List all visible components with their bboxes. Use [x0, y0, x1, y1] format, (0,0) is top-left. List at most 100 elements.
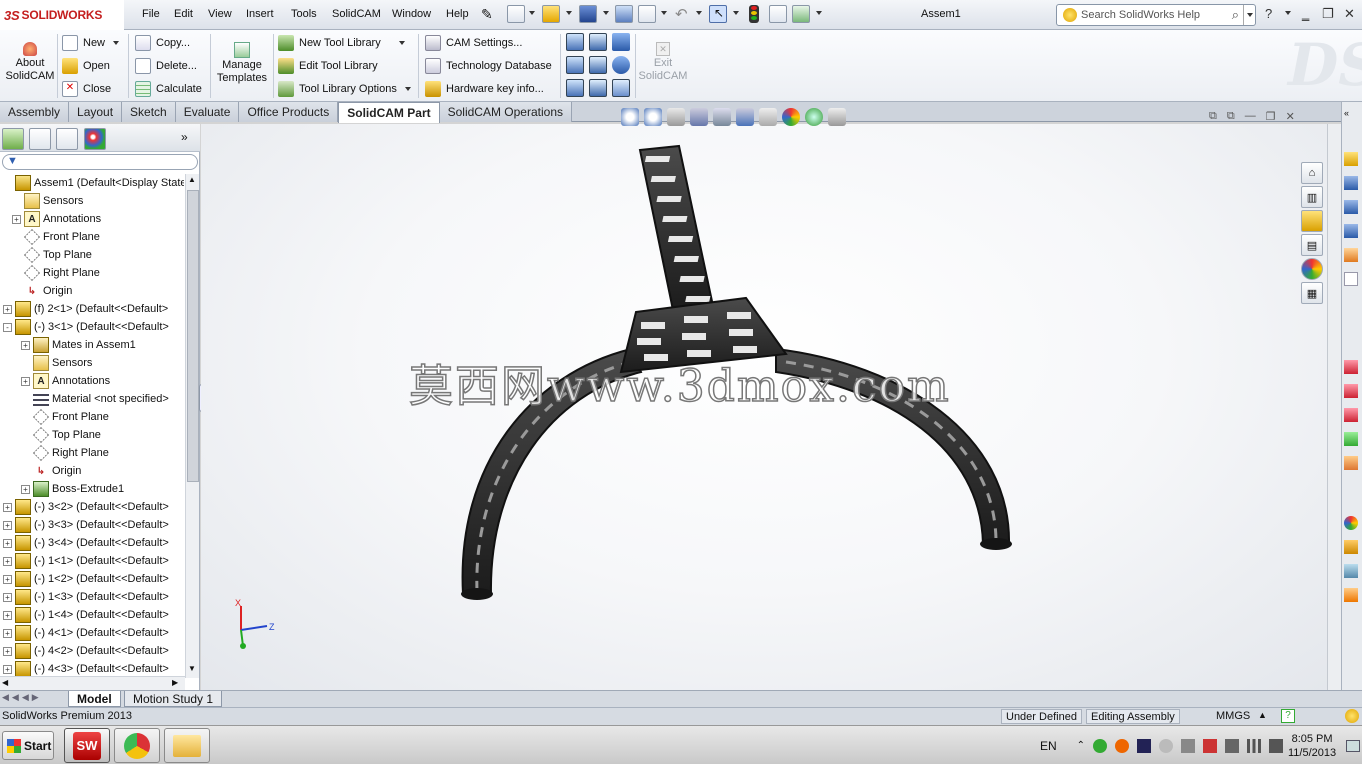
feature-tree-scrollbar[interactable]: ▲ ▼ — [185, 174, 199, 678]
help-dropdown-icon[interactable] — [1285, 11, 1291, 15]
solidworks-logo[interactable]: 3S SOLIDWORKS — [0, 0, 124, 30]
expand-panel-chevron-icon[interactable]: » — [181, 130, 188, 144]
right-panel-run-icon[interactable] — [1344, 456, 1358, 470]
taskbar-chrome-app[interactable] — [114, 728, 160, 763]
right-panel-arrow-icon-2[interactable] — [1344, 200, 1358, 214]
configuration-manager-tab-icon[interactable] — [56, 128, 78, 150]
tree-filter-input[interactable]: ▼ — [2, 154, 198, 170]
open-dropdown-icon[interactable] — [566, 11, 572, 15]
tab-solidcam-part[interactable]: SolidCAM Part — [338, 102, 440, 123]
tree-item[interactable]: + (-) 3<2> (Default<<Default> — [0, 498, 184, 516]
print-preview-icon[interactable] — [615, 5, 633, 23]
restore-window-icon[interactable]: ❐ — [1322, 6, 1334, 22]
new-tool-library-dropdown-icon[interactable] — [398, 41, 405, 45]
antivirus-icon[interactable] — [1115, 738, 1130, 753]
messenger-icon[interactable] — [1159, 738, 1174, 753]
tree-item[interactable]: Front Plane — [0, 408, 184, 426]
tab-sketch[interactable]: Sketch — [122, 102, 176, 122]
tree-item[interactable]: + (-) 1<1> (Default<<Default> — [0, 552, 184, 570]
expand-icon[interactable]: + — [3, 304, 12, 314]
save-dropdown-icon[interactable] — [603, 11, 609, 15]
right-panel-arrow-icon[interactable] — [1344, 176, 1358, 190]
expand-icon[interactable]: + — [12, 214, 21, 224]
graphics-viewport[interactable]: ⧉ ⧉ — ❐ ✕ 莫西网www.3dmox.com X Z — [201, 108, 1327, 690]
scroll-down-icon[interactable]: ▼ — [188, 664, 196, 673]
system-clock[interactable]: 8:05 PM 11/5/2013 — [1288, 732, 1336, 760]
tree-item[interactable]: + Boss-Extrude1 — [0, 480, 184, 498]
tree-item[interactable]: + (-) 4<2> (Default<<Default> — [0, 642, 184, 660]
help-search-box[interactable]: Search SolidWorks Help ⌕ — [1056, 4, 1256, 26]
expand-icon[interactable]: + — [21, 484, 30, 494]
taskbar-explorer-app[interactable] — [164, 728, 210, 763]
right-panel-s-icon[interactable] — [1344, 360, 1358, 374]
tab-evaluate[interactable]: Evaluate — [175, 102, 240, 122]
tree-item[interactable]: + (-) 4<1> (Default<<Default> — [0, 624, 184, 642]
tree-item[interactable]: ↳ Origin — [0, 462, 184, 480]
minimize-window-icon[interactable]: ‗ — [1302, 6, 1309, 21]
expand-icon[interactable]: + — [3, 502, 12, 512]
menu-tools[interactable]: Tools — [291, 8, 317, 20]
volume-icon[interactable] — [1269, 738, 1284, 753]
rebuild-traffic-light-icon[interactable] — [749, 5, 759, 23]
tree-item[interactable]: + (-) 1<3> (Default<<Default> — [0, 588, 184, 606]
tree-item[interactable]: + (f) 2<1> (Default<<Default> — [0, 300, 184, 318]
network-monitor-icon[interactable] — [1137, 738, 1152, 753]
edit-tool-library-button[interactable]: Edit Tool Library — [278, 56, 411, 76]
tab-model[interactable]: Model — [68, 691, 121, 707]
menu-edit[interactable]: Edit — [174, 8, 193, 20]
view-palette-icon[interactable]: ▤ — [1301, 234, 1323, 256]
units-selector[interactable]: MMGS — [1216, 710, 1250, 722]
cam-settings-button[interactable]: CAM Settings... — [425, 33, 552, 53]
menu-file[interactable]: File — [142, 8, 160, 20]
tree-item[interactable]: Top Plane — [0, 426, 184, 444]
tab-assembly[interactable]: Assembly — [0, 102, 70, 122]
right-panel-info-icon[interactable] — [1344, 272, 1358, 286]
appearances-icon[interactable] — [1301, 258, 1323, 280]
cam-export-icon[interactable] — [612, 79, 630, 97]
viewport-minimize-icon[interactable]: — — [1245, 110, 1256, 123]
custom-properties-icon[interactable]: ▦ — [1301, 282, 1323, 304]
menu-insert[interactable]: Insert — [246, 8, 274, 20]
show-desktop-icon[interactable] — [1346, 740, 1360, 752]
utorrent-icon[interactable] — [1093, 738, 1108, 753]
split-view-icon[interactable]: ⧉ — [1209, 110, 1217, 123]
expand-icon[interactable]: + — [3, 664, 12, 674]
language-indicator[interactable]: EN — [1040, 739, 1057, 753]
tree-item[interactable]: + Mates in Assem1 — [0, 336, 184, 354]
about-solidcam-button[interactable]: About SolidCAM — [4, 42, 56, 83]
right-panel-arrow-icon-3[interactable] — [1344, 224, 1358, 238]
cam-coordinate-icon[interactable] — [589, 56, 607, 74]
print-icon[interactable] — [638, 5, 656, 23]
expand-icon[interactable]: + — [3, 538, 12, 548]
new-tool-library-button[interactable]: New Tool Library — [278, 33, 411, 53]
open-button[interactable]: Open — [62, 56, 119, 76]
new-button[interactable]: New — [62, 33, 120, 53]
right-panel-s-icon-2[interactable] — [1344, 384, 1358, 398]
design-library-icon[interactable]: ▥ — [1301, 186, 1323, 208]
tree-item[interactable]: Front Plane — [0, 228, 184, 246]
cam-machine-icon[interactable] — [566, 79, 584, 97]
scroll-thumb[interactable] — [187, 190, 199, 482]
viewport-close-icon[interactable]: ✕ — [1286, 110, 1295, 123]
file-properties-icon[interactable] — [769, 5, 787, 23]
print-dropdown-icon[interactable] — [661, 11, 667, 15]
options-dropdown-icon[interactable] — [816, 11, 822, 15]
property-manager-tab-icon[interactable] — [29, 128, 51, 150]
cam-target-icon[interactable] — [566, 56, 584, 74]
expand-icon[interactable]: + — [21, 340, 30, 350]
technology-database-button[interactable]: Technology Database — [425, 56, 552, 76]
scroll-left-icon[interactable]: ◀ — [2, 678, 8, 687]
keyboard-icon[interactable] — [1181, 738, 1196, 753]
tab-scroll-arrows-icon[interactable]: ◀◀◀▶ — [2, 692, 42, 703]
tab-solidcam-operations[interactable]: SolidCAM Operations — [439, 102, 572, 122]
select-pointer-icon[interactable]: ↖ — [709, 5, 727, 23]
menu-solidcam[interactable]: SolidCAM — [332, 8, 381, 20]
tray-expand-icon[interactable]: ⌃ — [1077, 740, 1085, 751]
feature-manager-tab-icon[interactable] — [2, 128, 24, 150]
tree-item[interactable]: Sensors — [0, 192, 184, 210]
tree-item[interactable]: Material <not specified> — [0, 390, 184, 408]
calculate-button[interactable]: Calculate — [135, 79, 202, 99]
signal-bars-icon[interactable] — [1247, 738, 1262, 753]
close-window-icon[interactable]: ✕ — [1344, 6, 1355, 22]
tree-item[interactable]: Right Plane — [0, 444, 184, 462]
